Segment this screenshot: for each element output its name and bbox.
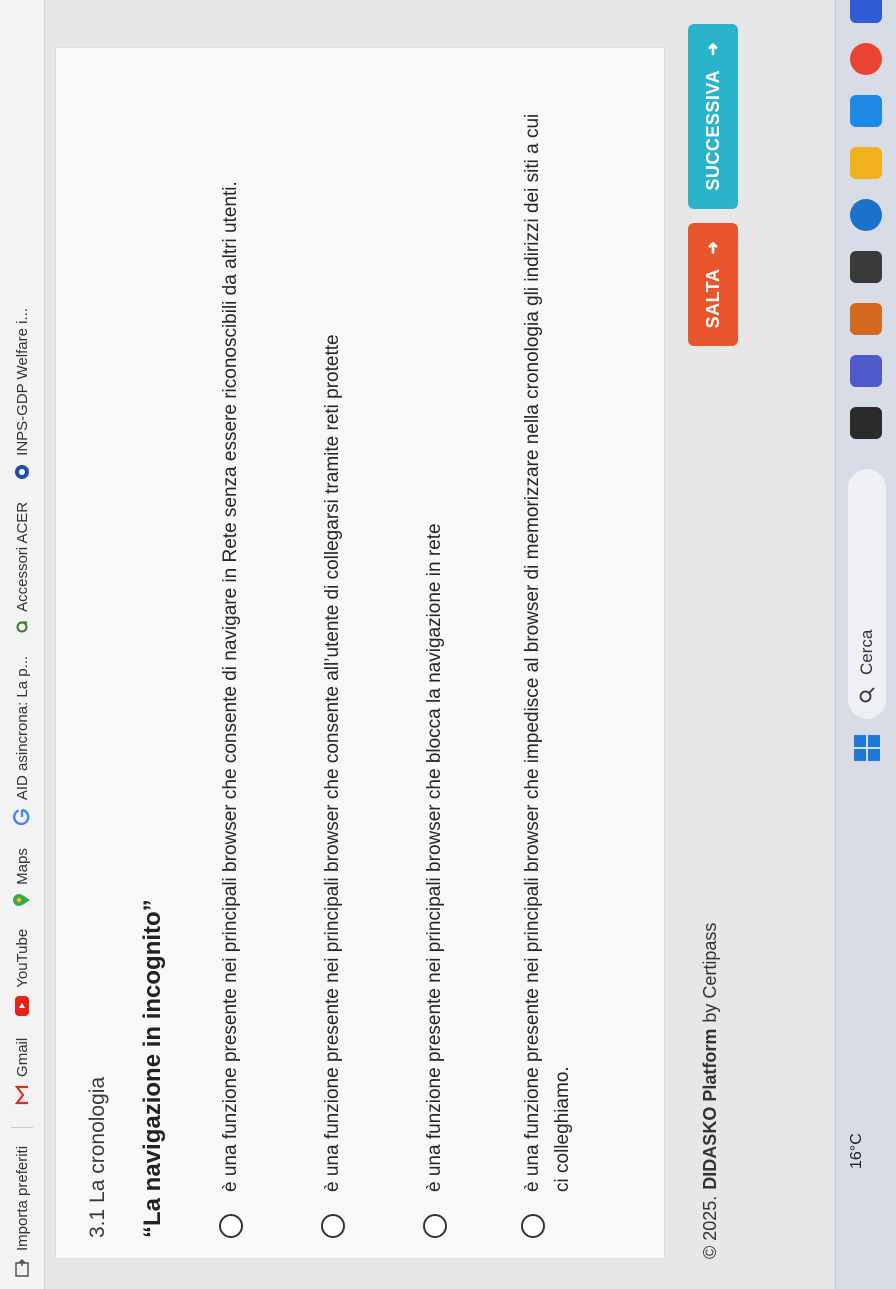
google-icon [13,808,31,826]
footer: © 2025. DIDASKO Platform by Certipass [700,923,721,1259]
app-icon[interactable] [850,303,882,335]
next-button-label: SUCCESSIVA [702,69,723,191]
answer-option-1[interactable]: è una funzione presente nei principali b… [216,108,246,1238]
radio-button[interactable] [219,1214,243,1238]
answer-text: è una funzione presente nei principali b… [522,113,573,1192]
bookmark-aid[interactable]: AID asincrona: La p... [13,656,31,826]
app-icon[interactable] [850,0,882,23]
bookmark-label: YouTube [13,928,31,988]
app-icon[interactable] [850,251,882,283]
bookmark-inps[interactable]: INPS-GDP Welfare i... [14,308,31,480]
bookmark-label: Maps [13,848,31,885]
radio-button[interactable] [423,1214,447,1238]
answer-option-2[interactable]: è una funzione presente nei principali b… [318,108,348,1238]
youtube-icon [15,995,29,1016]
radio-button[interactable] [321,1214,345,1238]
taskbar: 16°C Cerca [835,0,896,1289]
answer-option-3[interactable]: è una funzione presente nei principali b… [420,108,450,1238]
maps-icon [13,893,31,907]
bookmark-label: Gmail [13,1037,31,1077]
screen: Importa preferiti Gmail YouTube Maps AID… [0,0,896,1289]
bookmark-label: AID asincrona: La p... [13,655,31,801]
answer-text: è una funzione presente nei principali b… [220,181,241,1192]
copyright-text: © 2025. [700,1195,720,1259]
quiz-card: 3.1 La cronologia “La navigazione in inc… [55,47,665,1259]
arrow-right-icon: ➜ [705,42,722,56]
bookmarks-bar: Importa preferiti Gmail YouTube Maps AID… [0,0,45,1289]
bookmark-label: Accessori ACER [13,501,31,612]
radio-button[interactable] [521,1214,545,1238]
search-icon [859,687,875,703]
bookmark-youtube[interactable]: YouTube [14,929,31,1016]
question-text: “La navigazione in incognito” [139,899,166,1238]
arrow-right-icon: ➜ [705,240,722,255]
mail-icon[interactable] [850,95,882,127]
chrome-icon[interactable] [850,43,882,75]
taskbar-search[interactable]: Cerca [848,469,886,719]
search-placeholder: Cerca [857,629,876,675]
section-title: 3.1 La cronologia [86,1076,109,1238]
bookmark-acer[interactable]: Accessori ACER [14,502,31,634]
bookmark-label: INPS-GDP Welfare i... [13,308,31,456]
navigation-buttons: SALTA ➜ SUCCESSIVA ➜ [688,24,738,360]
answer-text: è una funzione presente nei principali b… [322,334,343,1192]
bookmark-label: Importa preferiti [13,1145,31,1251]
answer-text: è una funzione presente nei principali b… [424,523,445,1192]
weather-widget[interactable]: 16°C [848,1133,866,1169]
bookmark-gmail[interactable]: Gmail [14,1038,31,1105]
bookmark-import[interactable]: Importa preferiti [14,1146,31,1277]
next-button[interactable]: SUCCESSIVA ➜ [688,24,738,209]
gmail-icon [14,1085,30,1105]
answer-option-4[interactable]: è una funzione presente nei principali b… [518,108,578,1238]
windows-start-icon[interactable] [854,735,880,761]
edge-icon[interactable] [850,199,882,231]
acer-icon [15,620,29,634]
file-explorer-icon[interactable] [850,147,882,179]
import-icon [14,1259,30,1277]
bookmarks-separator [11,1126,33,1128]
bookmark-maps[interactable]: Maps [13,848,31,907]
skip-button-label: SALTA [702,268,723,329]
brand-by: by Certipass [700,922,720,1023]
inps-icon [14,464,30,480]
taskbar-apps [850,0,882,439]
skip-button[interactable]: SALTA ➜ [688,222,738,347]
task-view-icon[interactable] [850,407,882,439]
brand-name: DIDASKO Platform [700,1028,720,1190]
teams-icon[interactable] [850,355,882,387]
